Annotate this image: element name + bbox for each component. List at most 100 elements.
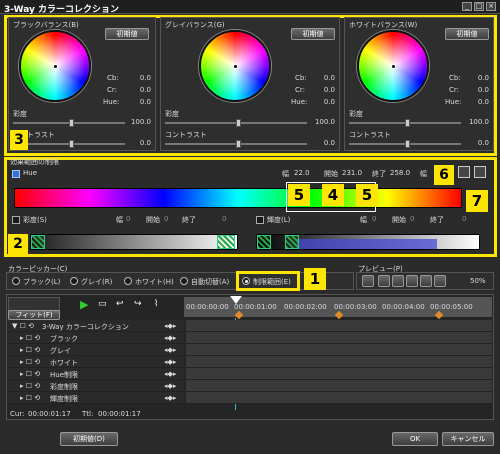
slider-thumb[interactable] [69, 119, 74, 127]
cb-label: Cb: [295, 74, 307, 82]
slider-thumb[interactable] [236, 119, 241, 127]
range-handle-right[interactable] [217, 235, 235, 249]
luminance-width-value: 0 [372, 215, 377, 223]
range-handle-left[interactable] [257, 235, 271, 249]
track-row[interactable]: ▸ ☐ ⟲ 輝度制限 ◂◆▸ [8, 392, 184, 404]
timecode-label: 00:00:00:00 [186, 303, 229, 311]
saturation-slider[interactable] [165, 119, 307, 127]
track-row[interactable]: ▸ ☐ ⟲ ブラック ◂◆▸ [8, 332, 184, 344]
add-keyframe-icon[interactable]: ▭ [98, 299, 107, 309]
saturation-checkbox[interactable] [12, 216, 20, 224]
preview-split-horizontal-icon[interactable] [420, 275, 432, 287]
next-keyframe-icon[interactable]: ↪ [134, 299, 142, 309]
radio-auto[interactable] [180, 277, 188, 285]
wheel-center-point[interactable] [390, 63, 396, 69]
preview-split-vertical-icon[interactable] [434, 275, 446, 287]
preview-split-left-icon[interactable] [392, 275, 404, 287]
reset-all-button[interactable]: 初期値(D) [60, 432, 118, 446]
cancel-button[interactable]: キャンセル [442, 432, 494, 446]
range-handle-left[interactable] [31, 235, 45, 249]
slider-thumb[interactable] [405, 140, 410, 148]
keyframe-track[interactable] [186, 332, 492, 344]
radio-restricted-range[interactable] [242, 277, 250, 285]
preview-split-right-icon[interactable] [406, 275, 418, 287]
saturation-width-label: 幅 [116, 216, 123, 224]
luminance-start-value: 0 [410, 215, 415, 223]
contrast-value: 0.0 [477, 139, 489, 147]
play-icon[interactable]: ▶ [80, 298, 88, 311]
color-wheel[interactable] [357, 30, 429, 102]
contrast-label: コントラスト [165, 131, 207, 139]
hue-label: Hue: [291, 98, 308, 106]
window-title: 3-Way カラーコレクション [4, 5, 119, 15]
reset-button[interactable]: 初期値 [291, 28, 335, 40]
luminance-start-label: 開始 [392, 216, 406, 224]
ok-button[interactable]: OK [392, 432, 438, 446]
color-wheel[interactable] [19, 30, 91, 102]
saturation-gradient-bar[interactable] [30, 234, 238, 250]
current-time-label: Cur: [10, 410, 25, 418]
saturation-label: 彩度 [349, 110, 363, 118]
prev-keyframe-icon[interactable]: ↩ [116, 299, 124, 309]
color-wheel[interactable] [199, 30, 271, 102]
histogram-toggle-icon[interactable] [474, 166, 486, 178]
preview-percent: 50% [470, 277, 486, 285]
reset-button[interactable]: 初期値 [445, 28, 489, 40]
saturation-width-value: 0 [126, 215, 131, 223]
track-row[interactable]: ▸ ☐ ⟲ グレイ ◂◆▸ [8, 344, 184, 356]
hue-value: 0.0 [477, 98, 489, 106]
keyframe-track[interactable] [186, 392, 492, 404]
hue-spectrum-bar[interactable] [14, 188, 462, 208]
contrast-slider[interactable] [349, 140, 461, 148]
annotation-badge-6: 6 [434, 165, 454, 185]
saturation-slider[interactable] [13, 119, 125, 127]
cb-value: 0.0 [323, 74, 335, 82]
preview-single-icon[interactable] [378, 275, 390, 287]
wheel-center-point[interactable] [52, 63, 58, 69]
cr-label: Cr: [295, 86, 306, 94]
reset-button[interactable]: 初期値 [105, 28, 149, 40]
track-row[interactable]: ▸ ☐ ⟲ ホワイト ◂◆▸ [8, 356, 184, 368]
radio-white[interactable] [124, 277, 132, 285]
hue-start-label: 開始 [324, 170, 338, 178]
hue-value: 0.0 [323, 98, 335, 106]
keyframe-track[interactable] [186, 368, 492, 380]
maximize-button[interactable]: □ [474, 2, 484, 11]
keyframe-track[interactable] [186, 344, 492, 356]
wheel-center-point[interactable] [232, 63, 238, 69]
contrast-slider[interactable] [13, 140, 125, 148]
keyframe-track[interactable] [186, 380, 492, 392]
eyedropper-icon[interactable] [458, 166, 470, 178]
radio-white-label: ホワイト(H) [135, 278, 174, 286]
black-balance-panel: ブラックバランス(B) 初期値 Cb: 0.0 Cr: 0.0 Hue: 0.0… [8, 17, 156, 151]
slider-thumb[interactable] [69, 140, 74, 148]
hue-width-label: 幅 [282, 170, 289, 178]
preview-link-icon[interactable] [362, 275, 374, 287]
minimize-button[interactable]: _ [462, 2, 472, 11]
fit-button[interactable]: フィット(F) [8, 310, 60, 320]
keyframe-track[interactable] [186, 320, 492, 332]
hue-value: 0.0 [139, 98, 151, 106]
close-button[interactable]: × [486, 2, 496, 11]
luminance-checkbox[interactable] [256, 216, 264, 224]
track-row[interactable]: ▼ ☐ ⟲ 3-Way カラーコレクション ◂◆▸ [8, 320, 184, 332]
keyframe-track[interactable] [186, 356, 492, 368]
playhead-marker[interactable] [230, 296, 242, 304]
contrast-slider[interactable] [165, 140, 307, 148]
graph-icon[interactable]: ⌇ [154, 299, 158, 309]
saturation-label: 彩度 [165, 110, 179, 118]
radio-auto-label: 自動切替(A) [191, 278, 230, 286]
slider-thumb[interactable] [405, 119, 410, 127]
cb-label: Cb: [449, 74, 461, 82]
radio-black[interactable] [12, 277, 20, 285]
hue-checkbox[interactable] [12, 170, 20, 178]
track-name: グレイ [50, 347, 71, 355]
slider-thumb[interactable] [236, 140, 241, 148]
track-row[interactable]: ▸ ☐ ⟲ Hue制限 ◂◆▸ [8, 368, 184, 380]
track-row[interactable]: ▸ ☐ ⟲ 彩度制限 ◂◆▸ [8, 380, 184, 392]
luminance-gradient-bar[interactable] [256, 234, 480, 250]
radio-gray[interactable] [70, 277, 78, 285]
timecode-label: 00:00:02:00 [284, 303, 327, 311]
range-handle-right[interactable] [285, 235, 299, 249]
saturation-slider[interactable] [349, 119, 461, 127]
